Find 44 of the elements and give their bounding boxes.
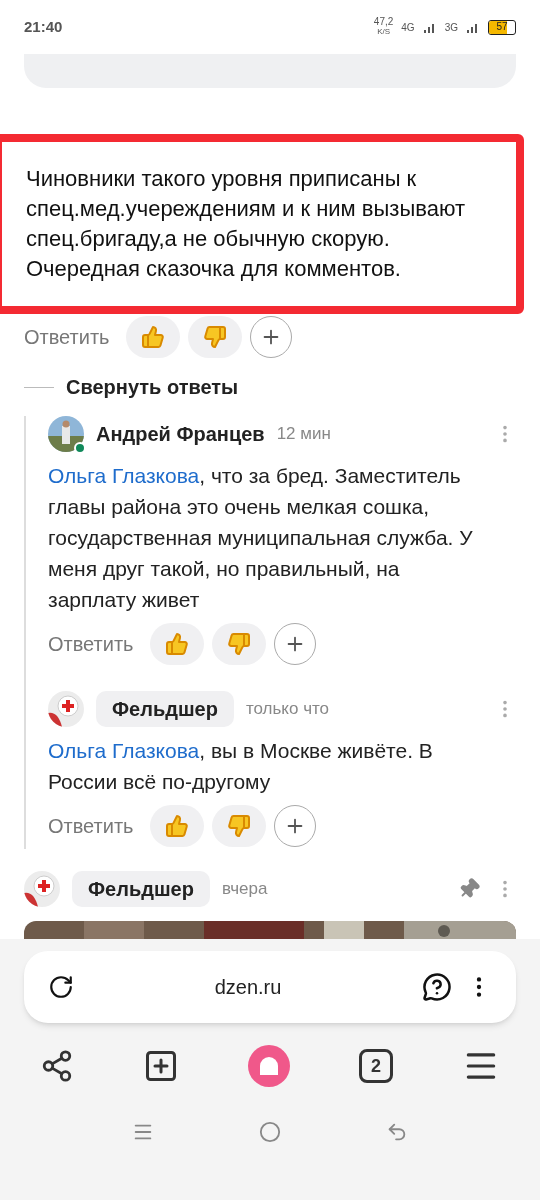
tabs-count-button[interactable]: 2	[359, 1049, 393, 1083]
comment-time: 12 мин	[276, 423, 331, 446]
comment-text: Чиновники такого уровня приписаны к спец.мед.учереждениям и к ним вызывают спец.бригаду,а не обычную скорую. Очередная сказочка для комментов.	[26, 165, 466, 283]
author-name[interactable]: Фельдшер	[72, 871, 210, 907]
reply-link[interactable]: Ответить	[24, 322, 110, 352]
author-name[interactable]: Андрей Францев	[96, 419, 265, 449]
battery-level: 57	[496, 22, 508, 32]
reply-link[interactable]: Ответить	[48, 629, 134, 659]
home-icon[interactable]	[259, 1121, 281, 1143]
mention-link[interactable]: Ольга Глазкова	[48, 739, 200, 762]
network-label: 4G	[401, 20, 415, 35]
assistant-chat-icon[interactable]	[422, 972, 452, 1002]
thumbs-down-icon	[202, 325, 227, 349]
medical-cross-avatar	[24, 871, 60, 907]
like-button[interactable]	[125, 316, 180, 358]
collapse-replies-button[interactable]: Свернуть ответы	[66, 372, 239, 402]
url-text: dzen.ru	[213, 975, 283, 1000]
thumbs-down-icon	[226, 632, 251, 656]
thumbs-down-icon	[226, 814, 251, 838]
reply-link[interactable]: Ответить	[48, 811, 134, 841]
comment-time: только что	[245, 698, 330, 721]
new-tab-icon[interactable]	[143, 1048, 179, 1084]
thumbs-up-icon	[164, 814, 189, 838]
thumbs-up-icon	[164, 632, 189, 656]
speed-unit: K/S	[377, 27, 391, 37]
assistant-icon[interactable]	[248, 1045, 290, 1087]
comment-text: Ольга Глазкова, что за бред. Заместитель главы района это очень мелкая сошка, государственная муниципальная служба. У меня друг такой, но правильный, на зарплату живет	[48, 463, 474, 613]
mention-link[interactable]: Ольга Глазкова	[48, 464, 200, 487]
comment-time: вчера	[221, 878, 268, 901]
reload-icon[interactable]	[48, 974, 74, 1000]
share-icon[interactable]	[40, 1049, 74, 1083]
address-bar[interactable]: dzen.ru	[24, 951, 516, 1023]
dislike-button[interactable]	[211, 623, 266, 665]
comment-text: Ольга Глазкова, вы в Москве живёте. В России всё по-другому	[48, 738, 434, 795]
network-speed: 47,2	[373, 17, 394, 27]
medical-cross-avatar	[48, 691, 84, 727]
dislike-button[interactable]	[187, 316, 242, 358]
author-name[interactable]: Фельдшер	[96, 691, 234, 727]
thumbs-up-icon	[140, 325, 165, 349]
like-button[interactable]	[149, 805, 204, 847]
dislike-button[interactable]	[211, 805, 266, 847]
network-label: 3G	[444, 20, 458, 35]
like-button[interactable]	[149, 623, 204, 665]
clock: 21:40	[24, 16, 63, 37]
